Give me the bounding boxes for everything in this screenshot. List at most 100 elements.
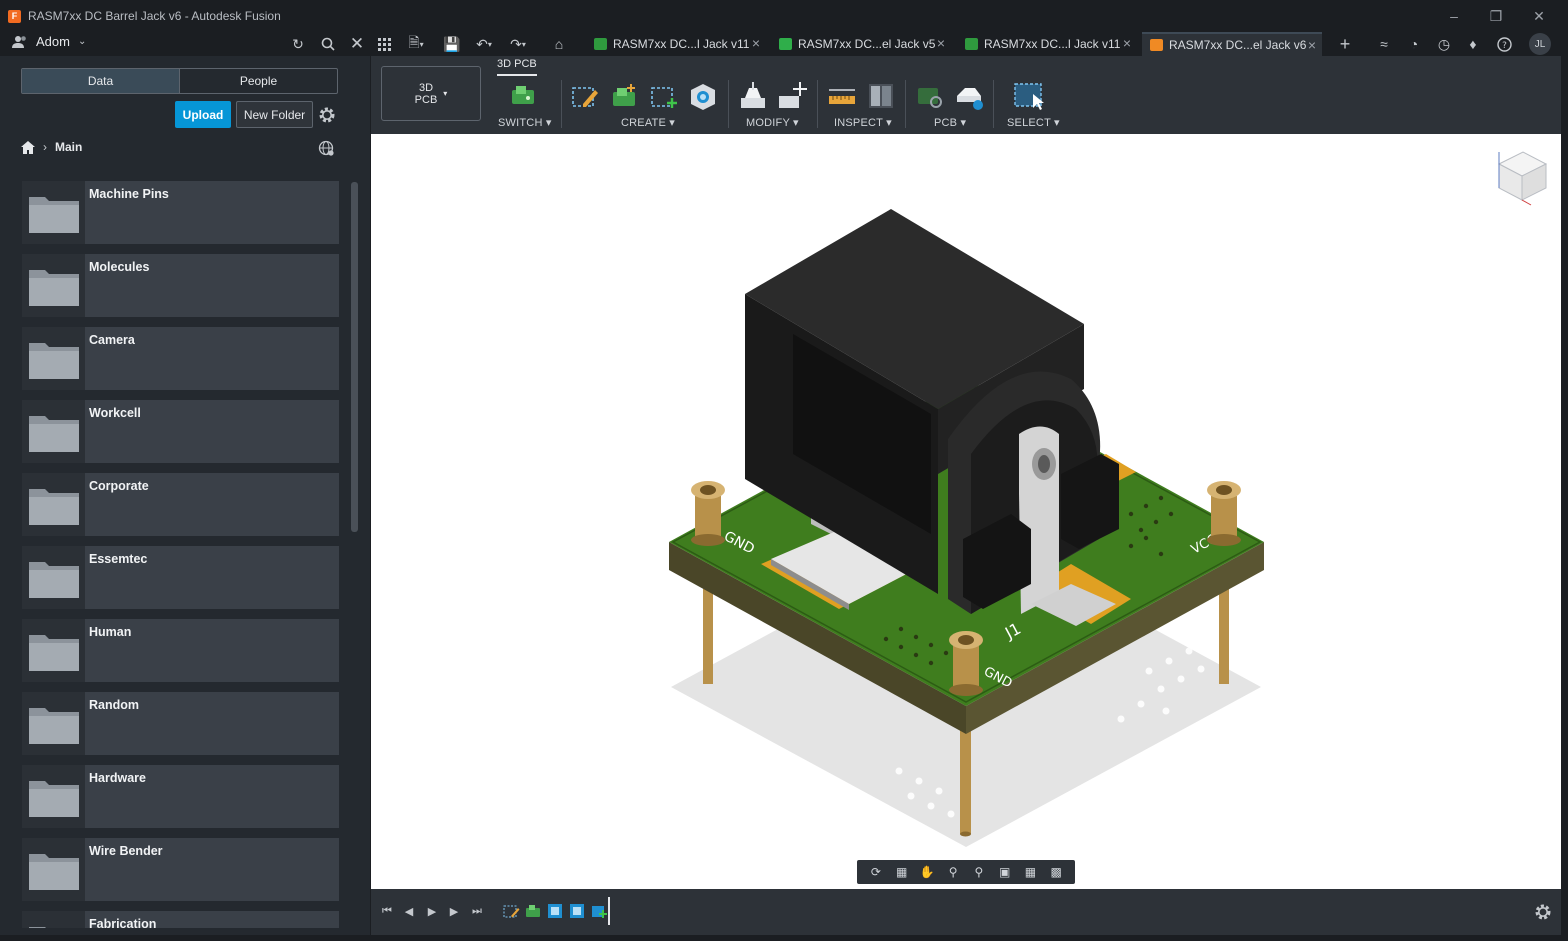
folder-thumbnail: [23, 692, 85, 755]
component-feature-icon[interactable]: [568, 902, 586, 920]
folder-item[interactable]: Wire Bender: [22, 838, 339, 901]
redo-icon[interactable]: ↷ ▾: [508, 34, 528, 54]
modify-move-icon[interactable]: [776, 80, 808, 112]
folder-item[interactable]: Human: [22, 619, 339, 682]
folder-thumbnail: [23, 400, 85, 463]
document-tab-1[interactable]: RASM7xx DC...l Jack v11 ×: [586, 32, 766, 56]
clock-icon[interactable]: ◷: [1434, 34, 1454, 54]
pan-icon[interactable]: ✋: [918, 864, 936, 880]
home-icon[interactable]: ⌂: [549, 34, 569, 54]
folder-item[interactable]: Molecules: [22, 254, 339, 317]
folder-item[interactable]: Essemtec: [22, 546, 339, 609]
team-selector[interactable]: Adom ⌄: [12, 34, 86, 49]
create-board-icon[interactable]: [609, 80, 641, 112]
new-tab-icon[interactable]: +: [1335, 34, 1355, 54]
home-icon[interactable]: [21, 140, 35, 154]
workspace-switcher[interactable]: 3D PCB ▾: [381, 66, 481, 121]
fit-icon[interactable]: ⚲: [970, 864, 988, 880]
timeline-marker[interactable]: [608, 897, 610, 925]
tab-3d-pcb[interactable]: 3D PCB: [497, 58, 537, 76]
close-tab-icon[interactable]: ×: [752, 35, 760, 51]
folder-name: Corporate: [89, 479, 149, 493]
refresh-icon[interactable]: ↻: [288, 34, 308, 54]
display-settings-icon[interactable]: ▣: [996, 864, 1014, 880]
close-tab-icon[interactable]: ×: [1123, 35, 1131, 51]
title-bar: F RASM7xx DC Barrel Jack v6 - Autodesk F…: [0, 0, 1568, 32]
step-back-icon[interactable]: ◀: [400, 902, 418, 920]
insert-feature-icon[interactable]: [590, 902, 608, 920]
bell-icon[interactable]: ♦: [1463, 34, 1483, 54]
people-icon: [12, 35, 26, 48]
group-switch[interactable]: SWITCH ▾: [498, 116, 552, 129]
save-icon[interactable]: 💾: [442, 34, 462, 54]
board-feature-icon[interactable]: [524, 902, 542, 920]
document-tab-2[interactable]: RASM7xx DC...el Jack v5 ×: [771, 32, 951, 56]
search-icon[interactable]: [318, 34, 338, 54]
folder-item[interactable]: Workcell: [22, 400, 339, 463]
folder-item[interactable]: Machine Pins: [22, 181, 339, 244]
new-folder-button[interactable]: New Folder: [236, 101, 313, 128]
folder-item[interactable]: Fabrication: [22, 911, 339, 928]
close-window-icon[interactable]: ✕: [1529, 6, 1549, 26]
look-at-icon[interactable]: ▦: [893, 864, 911, 880]
canvas-viewport[interactable]: GND J1 GND VCC ⟳ ▦ ✋ ⚲ ⚲ ▣ ▦ ▩: [371, 134, 1561, 889]
pcb-settings-icon[interactable]: [953, 80, 985, 112]
gear-icon[interactable]: [1533, 902, 1553, 922]
gear-icon[interactable]: [317, 105, 337, 125]
view-cube[interactable]: [1497, 151, 1548, 206]
grid-menu-icon[interactable]: [374, 34, 394, 54]
folder-icon: [29, 197, 79, 233]
help-icon[interactable]: ?: [1494, 34, 1514, 54]
sketch-feature-icon[interactable]: [502, 902, 520, 920]
document-tab-4[interactable]: RASM7xx DC...el Jack v6 ×: [1142, 32, 1322, 56]
tab-people[interactable]: People: [179, 69, 337, 93]
extensions-icon[interactable]: ≈: [1374, 34, 1394, 54]
folder-name: Human: [89, 625, 132, 639]
folder-item[interactable]: Corporate: [22, 473, 339, 536]
modify-push-icon[interactable]: [737, 80, 769, 112]
pcb-link-icon[interactable]: [914, 80, 946, 112]
chevron-right-icon: ›: [43, 140, 47, 154]
close-tab-icon[interactable]: ×: [937, 35, 945, 51]
chevron-down-icon: ⌄: [77, 36, 87, 47]
group-modify[interactable]: MODIFY ▾: [746, 116, 799, 129]
grid-settings-icon[interactable]: ▦: [1021, 864, 1039, 880]
file-menu-icon[interactable]: 🗎 ▾: [406, 34, 426, 54]
go-to-end-icon[interactable]: ⏭: [468, 902, 486, 920]
undo-icon[interactable]: ↶ ▾: [474, 34, 494, 54]
select-window-icon[interactable]: [1013, 80, 1045, 112]
play-icon[interactable]: ▶: [423, 902, 441, 920]
viewports-icon[interactable]: ▩: [1047, 864, 1065, 880]
section-analysis-icon[interactable]: [865, 80, 897, 112]
go-to-start-icon[interactable]: ⏮: [378, 902, 396, 920]
pcb-3d-model[interactable]: GND J1 GND VCC: [371, 134, 1561, 889]
measure-icon[interactable]: [826, 80, 858, 112]
orbit-icon[interactable]: ⟳: [867, 864, 885, 880]
component-feature-icon[interactable]: [546, 902, 564, 920]
folder-item[interactable]: Random: [22, 692, 339, 755]
tab-data[interactable]: Data: [22, 69, 179, 93]
create-component-icon[interactable]: [687, 80, 719, 112]
switch-to-pcb-icon[interactable]: [507, 80, 539, 112]
group-create[interactable]: CREATE ▾: [621, 116, 675, 129]
group-select[interactable]: SELECT ▾: [1007, 116, 1060, 129]
close-tab-icon[interactable]: ×: [1308, 37, 1316, 53]
folder-item[interactable]: Camera: [22, 327, 339, 390]
step-forward-icon[interactable]: ▶: [445, 902, 463, 920]
user-avatar[interactable]: JL: [1529, 33, 1551, 55]
close-panel-icon[interactable]: ✕: [347, 34, 367, 54]
restore-icon[interactable]: ❐: [1486, 6, 1506, 26]
globe-icon[interactable]: [318, 140, 335, 157]
minimize-icon[interactable]: –: [1444, 6, 1464, 26]
group-pcb[interactable]: PCB ▾: [934, 116, 966, 129]
breadcrumb-current[interactable]: Main: [55, 140, 82, 154]
folder-item[interactable]: Hardware: [22, 765, 339, 828]
group-inspect[interactable]: INSPECT ▾: [834, 116, 892, 129]
sidebar-scrollbar[interactable]: [351, 182, 358, 532]
zoom-icon[interactable]: ⚲: [944, 864, 962, 880]
create-outline-icon[interactable]: [648, 80, 680, 112]
document-tab-3[interactable]: RASM7xx DC...l Jack v11 ×: [957, 32, 1137, 56]
job-status-icon[interactable]: ◔: [1404, 34, 1424, 54]
create-sketch-icon[interactable]: [569, 80, 601, 112]
upload-button[interactable]: Upload: [175, 101, 231, 128]
